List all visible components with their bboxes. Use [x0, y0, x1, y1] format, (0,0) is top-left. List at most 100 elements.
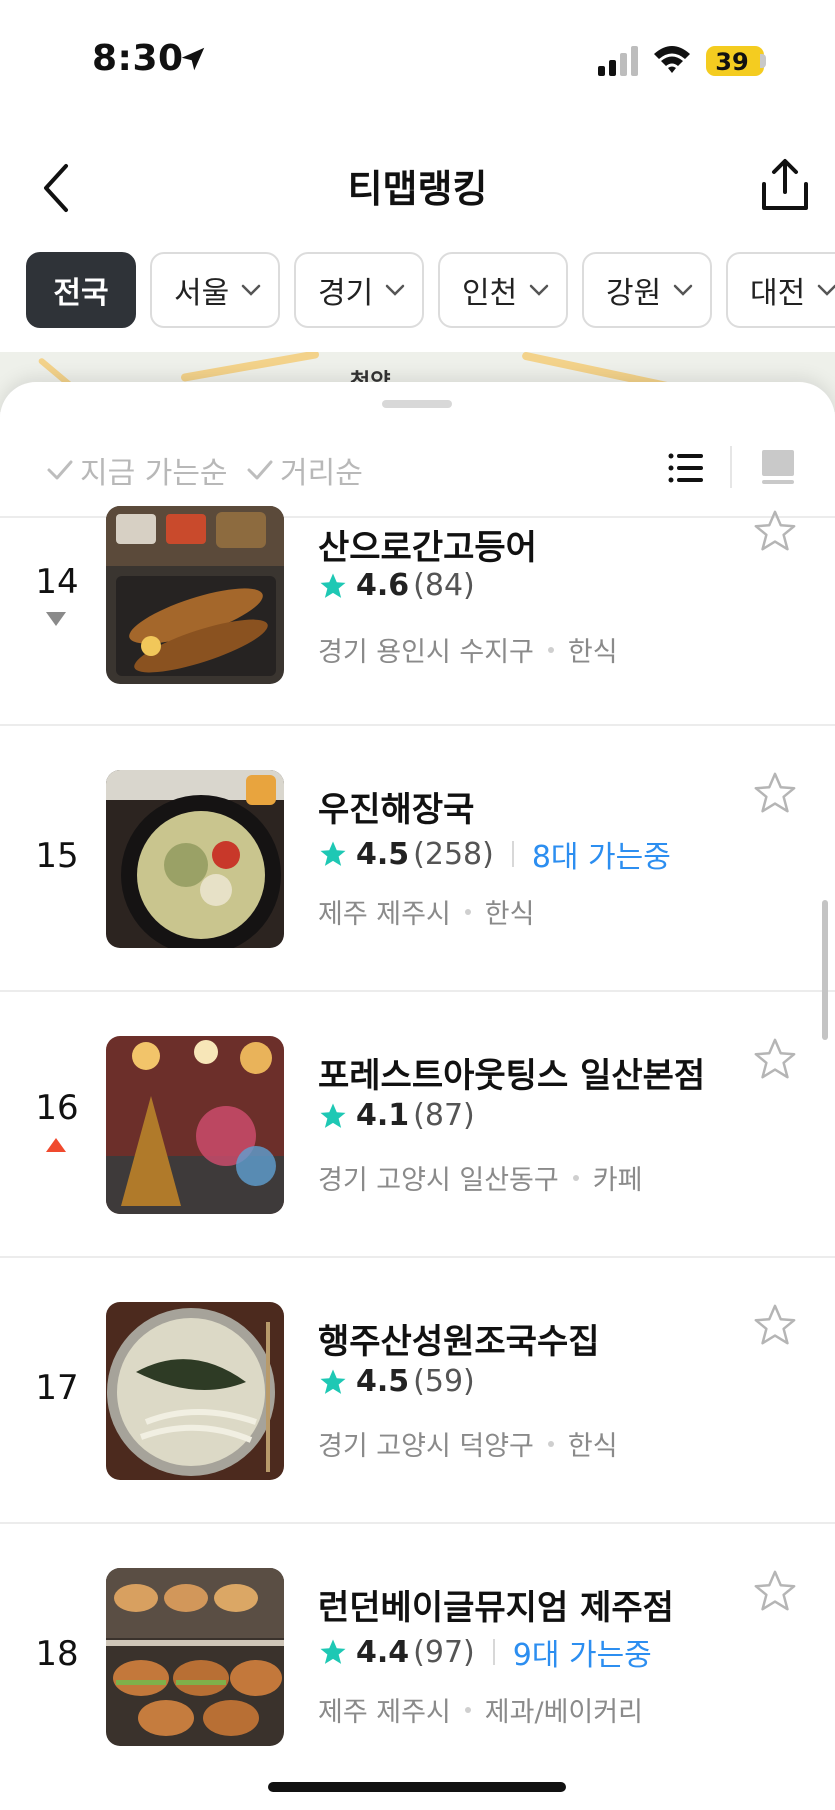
restaurant-location: 제주 제주시 [318, 899, 451, 930]
restaurant-meta: 경기 고양시 덕양구 한식 [318, 1424, 618, 1463]
star-rating-icon [320, 841, 346, 866]
live-visitors: 9대 가는중 [512, 1638, 652, 1673]
home-indicator[interactable] [268, 1782, 566, 1792]
rating-row: 4.6 (84) [318, 568, 475, 603]
ranking-sheet: 지금 가는순 거리순 14 산으로간고등어 4.6 (84) 경기 용인시 수지… [0, 382, 835, 1810]
meta-separator [464, 1706, 471, 1713]
region-chip-label: 강원 [606, 276, 662, 311]
sheet-drag-handle[interactable] [382, 400, 452, 408]
location-arrow-icon [181, 47, 205, 71]
list-item[interactable]: 15 우진해장국 4.5 (258) 8대 가는중 제주 제주시 한식 [0, 726, 835, 992]
page-title: 티맵랭킹 [347, 167, 488, 211]
restaurant-meta: 제주 제주시 한식 [318, 892, 534, 931]
restaurant-name: 우진해장국 [318, 790, 475, 830]
region-chip-label: 경기 [318, 276, 374, 311]
restaurant-name: 포레스트아웃팅스 일산본점 [318, 1056, 706, 1096]
live-visitors: 8대 가는중 [531, 840, 671, 875]
favorite-star-icon[interactable] [752, 508, 798, 554]
rating-row: 4.4 (97) 9대 가는중 [318, 1630, 652, 1674]
chevron-down-icon [385, 284, 405, 296]
review-count: (97) [413, 1634, 475, 1670]
restaurant-category: 한식 [567, 1431, 618, 1462]
restaurant-category: 한식 [484, 899, 535, 930]
restaurant-meta: 경기 용인시 수지구 한식 [318, 630, 618, 669]
star-rating-icon [320, 1369, 346, 1394]
restaurant-name: 런던베이글뮤지엄 제주점 [318, 1588, 674, 1628]
review-count: (84) [413, 568, 475, 603]
restaurant-photo [106, 506, 284, 684]
rating-score: 4.1 [356, 1098, 410, 1133]
restaurant-meta: 경기 고양시 일산동구 카페 [318, 1158, 642, 1197]
chevron-down-icon [673, 284, 693, 296]
star-rating-icon [320, 1639, 346, 1664]
rank-down-icon [46, 612, 66, 626]
meta-separator [547, 646, 554, 653]
rating-divider [511, 841, 514, 867]
restaurant-location: 경기 고양시 덕양구 [318, 1431, 534, 1462]
restaurant-location: 경기 고양시 일산동구 [318, 1165, 559, 1196]
rank-number: 18 [35, 1634, 79, 1674]
region-chip-gyeonggi[interactable]: 경기 [294, 252, 424, 328]
region-chip-daejeon[interactable]: 대전 [726, 252, 835, 328]
rank-number: 14 [35, 562, 79, 602]
region-filter-bar: 전국 서울 경기 인천 강원 대전 [0, 252, 835, 332]
list-item[interactable]: 14 산으로간고등어 4.6 (84) 경기 용인시 수지구 한식 [0, 460, 835, 726]
rating-score: 4.5 [356, 836, 410, 872]
restaurant-photo [106, 1302, 284, 1480]
app-header: 티맵랭킹 [0, 140, 835, 230]
favorite-star-icon[interactable] [752, 1568, 798, 1614]
rating-score: 4.4 [356, 1634, 410, 1670]
status-bar: 8:30 39 [0, 0, 835, 120]
chevron-down-icon [529, 284, 549, 296]
scrollbar[interactable] [822, 900, 828, 1040]
review-count: (87) [413, 1098, 475, 1133]
rank-up-icon [46, 1138, 66, 1152]
status-time: 8:30 [92, 38, 184, 79]
favorite-star-icon[interactable] [752, 770, 798, 816]
star-rating-icon [320, 573, 346, 598]
region-chip-gangwon[interactable]: 강원 [582, 252, 712, 328]
rank-number: 17 [35, 1368, 79, 1408]
list-item[interactable]: 18 런던베이글뮤지엄 제주점 4.4 (97) 9대 가는중 제주 제주시 제… [0, 1524, 835, 1790]
region-chip-incheon[interactable]: 인천 [438, 252, 568, 328]
region-chip-seoul[interactable]: 서울 [150, 252, 280, 328]
wifi-icon [654, 46, 690, 73]
rating-divider [492, 1639, 495, 1665]
restaurant-location: 제주 제주시 [318, 1697, 451, 1728]
list-item[interactable]: 16 포레스트아웃팅스 일산본점 4.1 (87) 경기 고양시 일산동구 카페 [0, 992, 835, 1258]
review-count: (59) [413, 1364, 475, 1399]
share-button[interactable] [758, 156, 812, 214]
rating-row: 4.5 (59) [318, 1364, 475, 1399]
rating-score: 4.5 [356, 1364, 410, 1399]
meta-separator [572, 1174, 579, 1181]
restaurant-location: 경기 용인시 수지구 [318, 637, 534, 668]
restaurant-meta: 제주 제주시 제과/베이커리 [318, 1690, 643, 1729]
region-chip-all[interactable]: 전국 [26, 252, 136, 328]
meta-separator [547, 1440, 554, 1447]
restaurant-photo [106, 1568, 284, 1746]
restaurant-category: 한식 [567, 637, 618, 668]
favorite-star-icon[interactable] [752, 1302, 798, 1348]
rating-row: 4.5 (258) 8대 가는중 [318, 832, 671, 876]
list-item[interactable]: 17 행주산성원조국수집 4.5 (59) 경기 고양시 덕양구 한식 [0, 1258, 835, 1524]
battery-tip [760, 54, 766, 68]
chevron-down-icon [241, 284, 261, 296]
battery-level: 39 [715, 48, 749, 76]
restaurant-photo [106, 770, 284, 948]
map-road [180, 352, 320, 383]
region-chip-label: 전국 [53, 276, 109, 311]
region-chip-label: 인천 [462, 276, 518, 311]
region-chip-label: 대전 [750, 276, 806, 311]
review-count: (258) [413, 836, 494, 872]
favorite-star-icon[interactable] [752, 1036, 798, 1082]
chevron-down-icon [817, 284, 835, 296]
restaurant-photo [106, 1036, 284, 1214]
star-rating-icon [320, 1103, 346, 1128]
rank-number: 15 [35, 836, 79, 876]
rating-row: 4.1 (87) [318, 1098, 475, 1133]
rating-score: 4.6 [356, 568, 410, 603]
restaurant-category: 제과/베이커리 [484, 1697, 643, 1728]
cellular-signal-icon [598, 46, 638, 76]
restaurant-name: 산으로간고등어 [318, 528, 537, 568]
tmap-ranking-screen: 8:30 39 티맵랭킹 전국 서울 경기 인천 강원 대전 지금 가는순 거리… [0, 0, 835, 1810]
